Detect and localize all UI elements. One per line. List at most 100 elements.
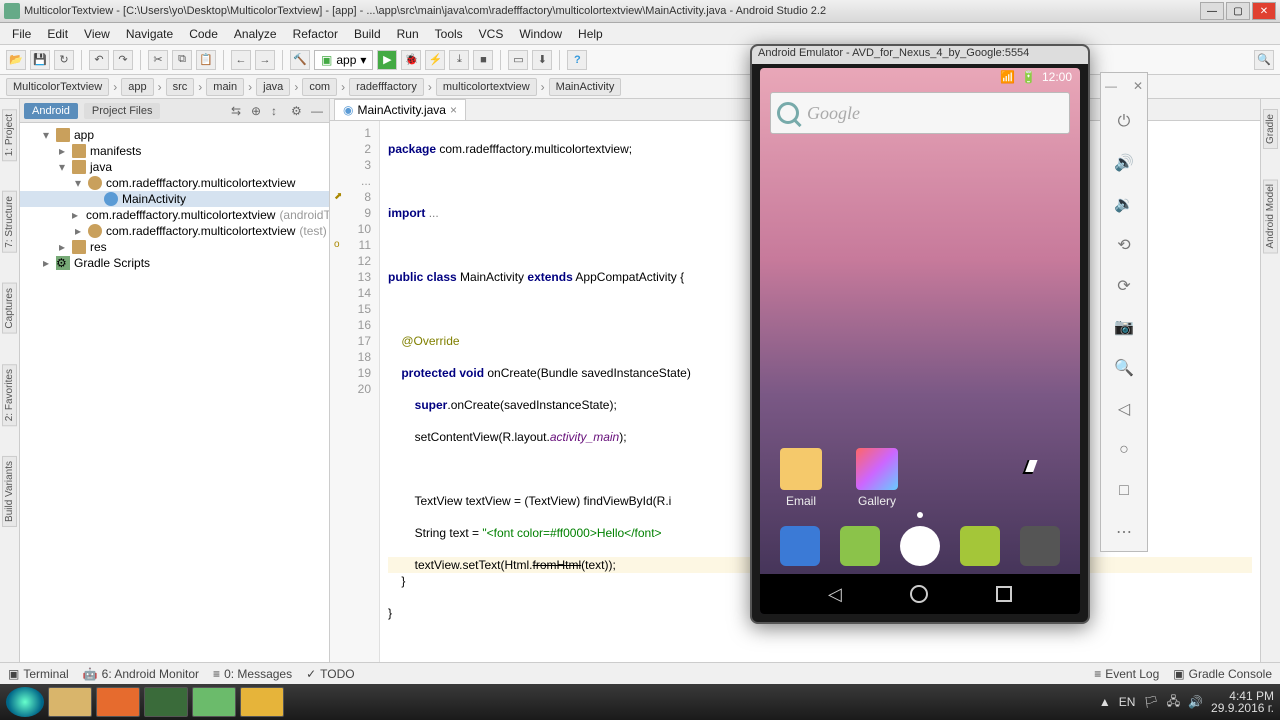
tray-volume-icon[interactable]: 🔊 <box>1188 695 1203 709</box>
back-nav-icon[interactable]: ◁ <box>1111 397 1137 422</box>
cut-icon[interactable]: ✂ <box>148 50 168 70</box>
nav-home-icon[interactable] <box>910 585 928 603</box>
collapse-icon[interactable]: ⇆ <box>231 104 245 118</box>
taskbar-explorer-icon[interactable] <box>48 687 92 717</box>
search-everywhere-icon[interactable]: 🔍 <box>1254 50 1274 70</box>
screenshot-icon[interactable]: 📷 <box>1111 314 1137 339</box>
menu-file[interactable]: File <box>4 25 39 43</box>
avd-manager-icon[interactable]: ▭ <box>508 50 528 70</box>
help-icon[interactable]: ? <box>567 50 587 70</box>
close-tab-icon[interactable]: × <box>450 103 457 117</box>
sidebar-tab-project[interactable]: 1: Project <box>2 109 17 161</box>
taskbar-chrome-icon[interactable] <box>240 687 284 717</box>
taskbar-android-studio-icon[interactable] <box>144 687 188 717</box>
apply-changes-icon[interactable]: ⚡ <box>425 50 445 70</box>
system-tray[interactable]: ▲ EN 🏳 🖧 🔊 4:41 PM 29.9.2016 г. <box>1099 690 1274 714</box>
sidebar-tab-gradle[interactable]: Gradle <box>1263 109 1278 149</box>
tray-network-icon[interactable]: 🖧 <box>1167 692 1180 713</box>
sidebar-tab-android-model[interactable]: Android Model <box>1263 179 1278 253</box>
emulator-window[interactable]: Android Emulator - AVD_for_Nexus_4_by_Go… <box>750 44 1090 624</box>
breadcrumb-item[interactable]: src <box>166 78 195 96</box>
tab-project-files[interactable]: Project Files <box>84 103 161 119</box>
redo-icon[interactable]: ↷ <box>113 50 133 70</box>
menu-view[interactable]: View <box>76 25 118 43</box>
sidebar-tab-structure[interactable]: 7: Structure <box>2 191 17 253</box>
menu-window[interactable]: Window <box>511 25 570 43</box>
tab-terminal[interactable]: ▣Terminal <box>8 667 69 681</box>
dock-messaging-icon[interactable] <box>840 526 880 566</box>
sidebar-tab-build-variants[interactable]: Build Variants <box>2 456 17 527</box>
copy-icon[interactable]: ⧉ <box>172 50 192 70</box>
gear-icon[interactable]: ⚙ <box>291 104 305 118</box>
editor-tab-mainactivity[interactable]: ◉ MainActivity.java × <box>334 99 466 120</box>
debug-icon[interactable]: 🐞 <box>401 50 421 70</box>
stop-icon[interactable]: ■ <box>473 50 493 70</box>
rotate-right-icon[interactable]: ⟳ <box>1111 273 1137 298</box>
tab-todo[interactable]: ✓TODO <box>306 667 355 681</box>
tree-node-package-androidtest[interactable]: ▸com.radefffactory.multicolortextview (a… <box>20 207 329 223</box>
start-button[interactable] <box>6 687 44 717</box>
menu-analyze[interactable]: Analyze <box>226 25 285 43</box>
tab-messages[interactable]: ≡0: Messages <box>213 667 292 681</box>
nav-back-icon[interactable]: ◁ <box>828 584 842 605</box>
paste-icon[interactable]: 📋 <box>196 50 216 70</box>
maximize-button[interactable]: ▢ <box>1226 2 1250 20</box>
breadcrumb-item[interactable]: MulticolorTextview <box>6 78 109 96</box>
taskbar-clock[interactable]: 4:41 PM 29.9.2016 г. <box>1211 690 1274 714</box>
tree-node-res[interactable]: ▸res <box>20 239 329 255</box>
menu-vcs[interactable]: VCS <box>471 25 512 43</box>
tree-node-app[interactable]: ▾app <box>20 127 329 143</box>
volume-up-icon[interactable]: 🔊 <box>1111 150 1137 175</box>
dock-phone-icon[interactable] <box>780 526 820 566</box>
forward-icon[interactable]: → <box>255 50 275 70</box>
make-icon[interactable]: 🔨 <box>290 50 310 70</box>
sync-icon[interactable]: ↻ <box>54 50 74 70</box>
app-gallery[interactable]: Gallery <box>850 448 904 508</box>
open-icon[interactable]: 📂 <box>6 50 26 70</box>
volume-down-icon[interactable]: 🔉 <box>1111 191 1137 216</box>
rotate-left-icon[interactable]: ⟲ <box>1111 232 1137 257</box>
run-config-selector[interactable]: ▣app▾ <box>314 50 373 70</box>
sidebar-tab-favorites[interactable]: 2: Favorites <box>2 364 17 426</box>
override-marker-icon[interactable]: ⬈ <box>334 189 342 205</box>
tree-node-package-test[interactable]: ▸com.radefffactory.multicolortextview (t… <box>20 223 329 239</box>
sidebar-tab-captures[interactable]: Captures <box>2 283 17 334</box>
tree-node-manifests[interactable]: ▸manifests <box>20 143 329 159</box>
breadcrumb-item[interactable]: com <box>302 78 337 96</box>
back-icon[interactable]: ← <box>231 50 251 70</box>
home-nav-icon[interactable]: ○ <box>1111 438 1137 463</box>
undo-icon[interactable]: ↶ <box>89 50 109 70</box>
minimize-button[interactable]: — <box>1200 2 1224 20</box>
zoom-icon[interactable]: 🔍 <box>1111 356 1137 381</box>
breadcrumb-item[interactable]: MainActivity <box>549 78 622 96</box>
dock-android-icon[interactable] <box>960 526 1000 566</box>
power-icon[interactable]: ⏻ <box>1111 109 1137 134</box>
breadcrumb-item[interactable]: java <box>256 78 290 96</box>
menu-code[interactable]: Code <box>181 25 226 43</box>
tab-android-monitor[interactable]: 🤖6: Android Monitor <box>83 667 199 681</box>
emulator-minimize-icon[interactable]: — <box>1105 79 1117 93</box>
tree-node-java[interactable]: ▾java <box>20 159 329 175</box>
attach-debugger-icon[interactable]: ⤓ <box>449 50 469 70</box>
sort-icon[interactable]: ↕ <box>271 104 285 118</box>
menu-help[interactable]: Help <box>570 25 611 43</box>
overview-nav-icon[interactable]: □ <box>1111 479 1137 504</box>
tree-node-gradle-scripts[interactable]: ▸⚙Gradle Scripts <box>20 255 329 271</box>
app-email[interactable]: Email <box>774 448 828 508</box>
tab-android[interactable]: Android <box>24 103 78 119</box>
nav-recents-icon[interactable] <box>996 586 1012 602</box>
tray-flag-icon[interactable]: 🏳 <box>1143 695 1158 709</box>
menu-refactor[interactable]: Refactor <box>285 25 346 43</box>
project-tree[interactable]: ▾app ▸manifests ▾java ▾com.radefffactory… <box>20 123 329 664</box>
menu-tools[interactable]: Tools <box>427 25 471 43</box>
tree-node-mainactivity[interactable]: MainActivity <box>20 191 329 207</box>
save-icon[interactable]: 💾 <box>30 50 50 70</box>
more-icon[interactable]: ⋯ <box>1111 520 1137 545</box>
breadcrumb-item[interactable]: multicolortextview <box>436 78 537 96</box>
tab-event-log[interactable]: ≡Event Log <box>1094 667 1159 681</box>
language-indicator[interactable]: EN <box>1119 695 1136 709</box>
override-marker-icon[interactable]: o <box>334 237 340 253</box>
tab-gradle-console[interactable]: ▣Gradle Console <box>1173 667 1272 681</box>
google-search-widget[interactable]: Google <box>770 92 1070 134</box>
emulator-close-icon[interactable]: ✕ <box>1133 79 1143 93</box>
